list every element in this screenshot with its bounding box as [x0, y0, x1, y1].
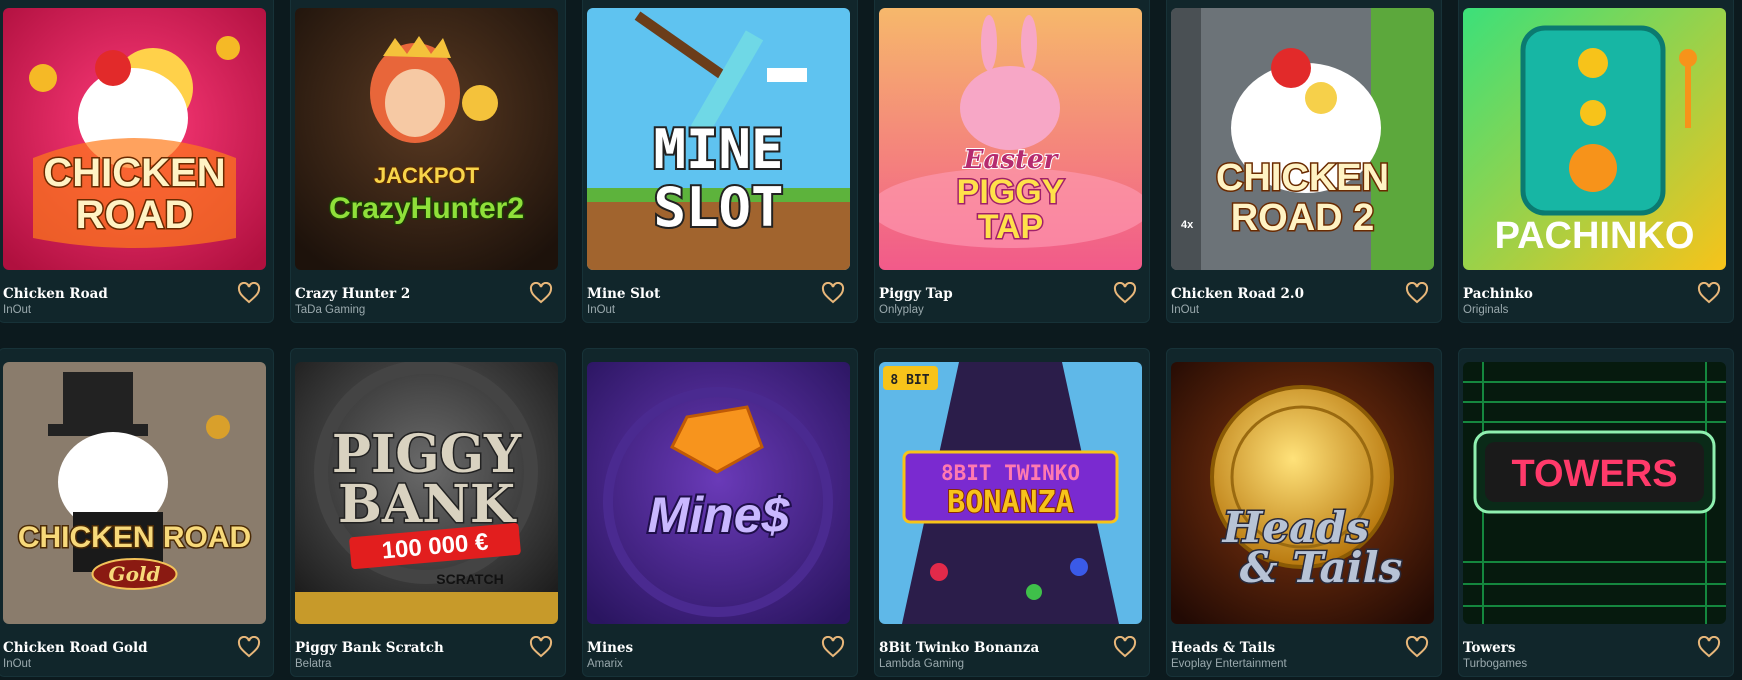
game-title[interactable]: Chicken Road: [3, 286, 108, 302]
art-text: Gold: [108, 562, 160, 586]
art-text: CrazyHunter2: [329, 192, 524, 225]
favorite-heart-icon[interactable]: [1697, 282, 1721, 304]
game-title[interactable]: Mines: [587, 640, 633, 656]
game-card[interactable]: PIGGY BANK 100 000 € SCRATCH Piggy Bank …: [290, 348, 566, 677]
game-thumbnail[interactable]: CHICKEN ROAD Gold: [3, 362, 266, 624]
favorite-heart-icon[interactable]: [529, 636, 553, 658]
game-provider: Evoplay Entertainment: [1171, 658, 1287, 670]
game-card[interactable]: 4x CHICKEN ROAD 2 Chicken Road 2.0 InOut: [1166, 0, 1442, 323]
game-title[interactable]: Towers: [1463, 640, 1515, 656]
game-title[interactable]: Chicken Road Gold: [3, 640, 148, 656]
art-text: ROAD: [76, 193, 194, 237]
game-title[interactable]: Piggy Bank Scratch: [295, 640, 444, 656]
game-provider: InOut: [587, 304, 616, 316]
game-card[interactable]: Easter PIGGY TAP Piggy Tap Onlyplay: [874, 0, 1150, 323]
game-thumbnail[interactable]: TOWERS: [1463, 362, 1726, 624]
game-title[interactable]: Piggy Tap: [879, 286, 953, 302]
game-card[interactable]: Mine$ Mines Amarix: [582, 348, 858, 677]
game-provider: TaDa Gaming: [295, 304, 366, 316]
game-card[interactable]: TOWERS Towers Turbogames: [1458, 348, 1734, 677]
game-card[interactable]: PACHINKO Pachinko Originals: [1458, 0, 1734, 323]
game-title[interactable]: Mine Slot: [587, 286, 660, 302]
game-title[interactable]: Chicken Road 2.0: [1171, 286, 1304, 302]
game-provider: Onlyplay: [879, 304, 924, 316]
game-card[interactable]: MINE SLOT Mine Slot InOut: [582, 0, 858, 323]
game-provider: InOut: [1171, 304, 1200, 316]
game-title[interactable]: Pachinko: [1463, 286, 1533, 302]
game-title[interactable]: Crazy Hunter 2: [295, 286, 410, 302]
game-thumbnail[interactable]: CHICKEN ROAD: [3, 8, 266, 270]
game-provider: Turbogames: [1463, 658, 1528, 670]
game-card[interactable]: JACKPOT CrazyHunter2 Crazy Hunter 2 TaDa…: [290, 0, 566, 323]
game-thumbnail[interactable]: Easter PIGGY TAP: [879, 8, 1142, 270]
art-text: PACHINKO: [1495, 215, 1695, 257]
game-provider: Lambda Gaming: [879, 658, 965, 670]
game-title[interactable]: Heads & Tails: [1171, 640, 1275, 656]
game-thumbnail[interactable]: Heads & Tails: [1171, 362, 1434, 624]
art-text: ROAD 2: [1231, 197, 1375, 239]
game-thumbnail[interactable]: Mine$: [587, 362, 850, 624]
game-thumbnail[interactable]: 4x CHICKEN ROAD 2: [1171, 8, 1434, 270]
game-thumbnail[interactable]: PACHINKO: [1463, 8, 1726, 270]
game-card[interactable]: CHICKEN ROAD Gold Chicken Road Gold InOu…: [0, 348, 274, 677]
game-card[interactable]: CHICKEN ROAD Chicken Road InOut: [0, 0, 274, 323]
art-text: 8 BIT: [890, 373, 929, 388]
game-card[interactable]: 8 BIT 8BIT TWINKO BONANZA 8Bit Twinko Bo…: [874, 348, 1150, 677]
art-text: SCRATCH: [436, 571, 503, 587]
game-provider: InOut: [3, 658, 32, 670]
game-grid: CHICKEN ROAD Chicken Road InOut JACKPOT …: [0, 0, 1734, 677]
art-text: CHICKEN ROAD: [18, 521, 251, 554]
favorite-heart-icon[interactable]: [1697, 636, 1721, 658]
art-text: & Tails: [1240, 543, 1403, 592]
favorite-heart-icon[interactable]: [1405, 282, 1429, 304]
favorite-heart-icon[interactable]: [1113, 282, 1137, 304]
art-text: SLOT: [653, 176, 783, 239]
game-provider: Amarix: [587, 658, 623, 670]
game-thumbnail[interactable]: JACKPOT CrazyHunter2: [295, 8, 558, 270]
art-text: 8BIT TWINKO: [941, 461, 1080, 485]
art-text: Easter: [963, 145, 1060, 175]
favorite-heart-icon[interactable]: [1405, 636, 1429, 658]
game-thumbnail[interactable]: MINE SLOT: [587, 8, 850, 270]
art-text: JACKPOT: [374, 163, 480, 188]
favorite-heart-icon[interactable]: [237, 636, 261, 658]
art-text: PIGGY: [957, 173, 1065, 211]
art-text: Mine$: [648, 487, 791, 543]
game-thumbnail[interactable]: PIGGY BANK 100 000 € SCRATCH: [295, 362, 558, 624]
game-thumbnail[interactable]: 8 BIT 8BIT TWINKO BONANZA: [879, 362, 1142, 624]
favorite-heart-icon[interactable]: [821, 636, 845, 658]
game-provider: Originals: [1463, 304, 1509, 316]
favorite-heart-icon[interactable]: [529, 282, 553, 304]
favorite-heart-icon[interactable]: [237, 282, 261, 304]
art-text: BONANZA: [947, 485, 1073, 520]
art-text: 4x: [1181, 219, 1194, 231]
art-text: CHICKEN: [43, 151, 225, 195]
game-provider: Belatra: [295, 658, 332, 670]
game-provider: InOut: [3, 304, 32, 316]
art-text: CHICKEN: [1216, 157, 1389, 199]
game-title[interactable]: 8Bit Twinko Bonanza: [879, 640, 1039, 656]
art-text: TAP: [978, 208, 1043, 246]
art-text: TOWERS: [1511, 453, 1677, 495]
art-text: MINE: [653, 118, 783, 181]
game-card[interactable]: Heads & Tails Heads & Tails Evoplay Ente…: [1166, 348, 1442, 677]
favorite-heart-icon[interactable]: [1113, 636, 1137, 658]
favorite-heart-icon[interactable]: [821, 282, 845, 304]
